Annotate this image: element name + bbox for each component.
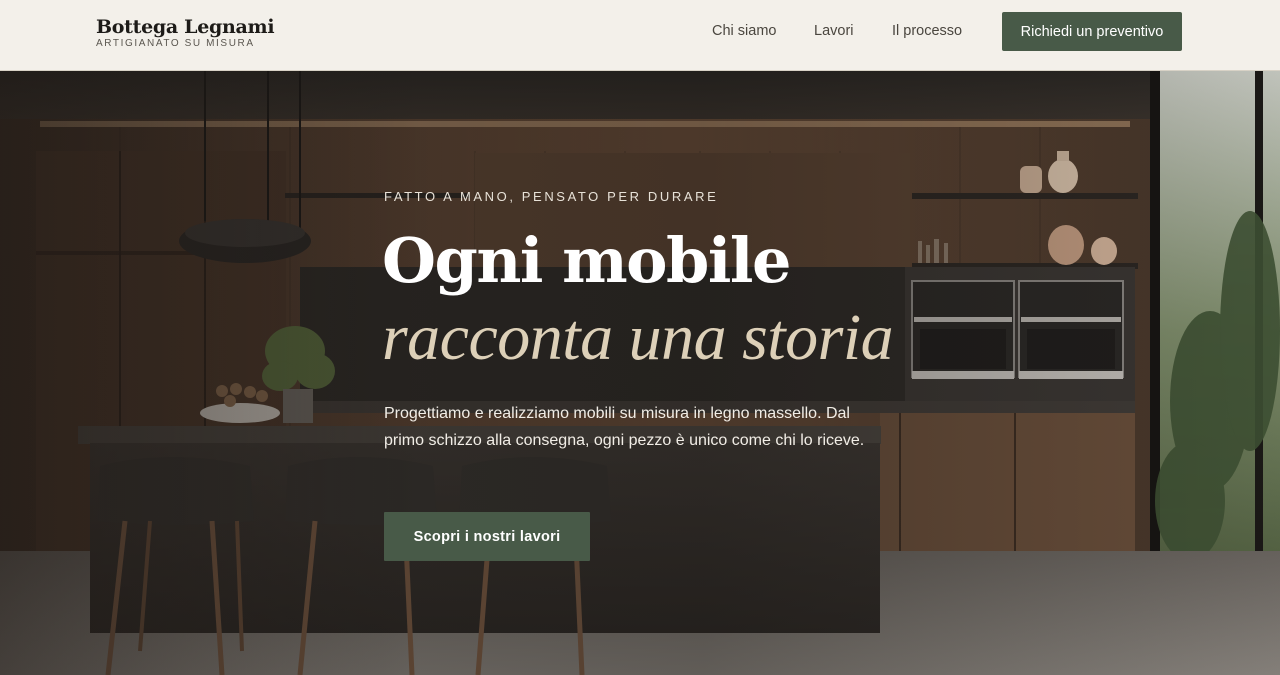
request-quote-button[interactable]: Richiedi un preventivo	[1002, 12, 1182, 51]
hero-lead-text: Progettiamo e realizziamo mobili su misu…	[384, 405, 865, 449]
brand-tagline: ARTIGIANATO SU MISURA	[96, 38, 255, 49]
nav-link-lavori[interactable]: Lavori	[814, 23, 854, 39]
hero-section: FATTO A MANO, PENSATO PER DURARE Ogni mo…	[0, 71, 1280, 675]
nav-link-chi-siamo[interactable]: Chi siamo	[712, 23, 776, 39]
discover-works-button[interactable]: Scopri i nostri lavori	[384, 512, 590, 561]
brand-name: Bottega Legnami	[96, 16, 275, 38]
hero-eyebrow: FATTO A MANO, PENSATO PER DURARE	[384, 189, 719, 204]
hero-title-line1: Ogni mobile	[382, 224, 791, 297]
hero-title-line2: racconta una storia	[382, 301, 894, 374]
nav-link-il-processo[interactable]: Il processo	[892, 23, 962, 39]
brand-logo[interactable]: Bottega Legnami ARTIGIANATO SU MISURA	[96, 16, 275, 50]
site-header: Bottega Legnami ARTIGIANATO SU MISURA Ch…	[0, 0, 1280, 71]
